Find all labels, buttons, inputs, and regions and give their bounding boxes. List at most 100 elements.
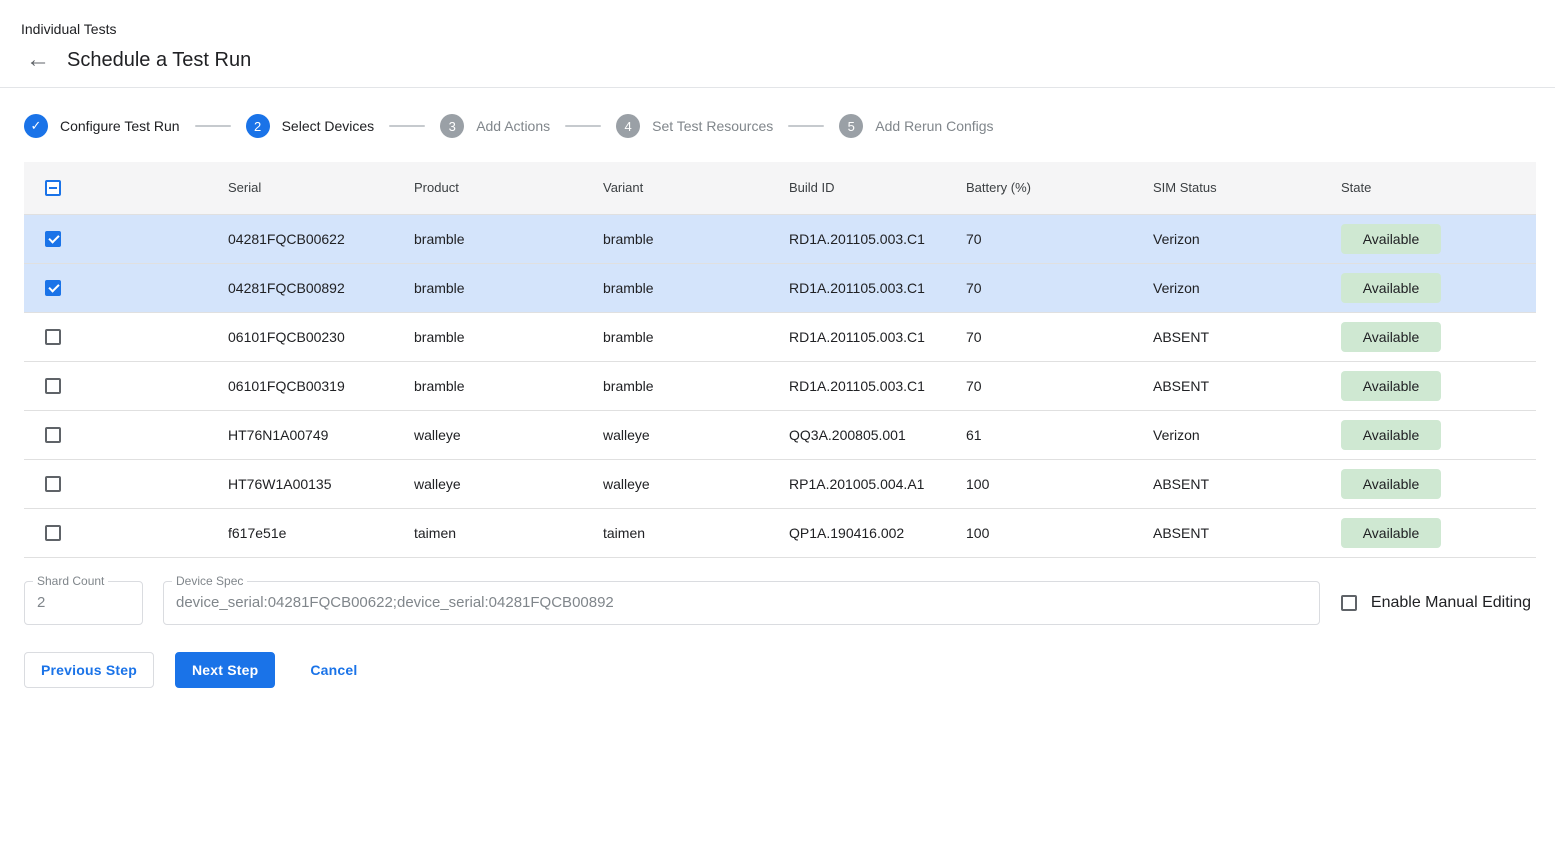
cell-sim-status: ABSENT — [1153, 312, 1341, 361]
cell-sim-status: Verizon — [1153, 410, 1341, 459]
cell-serial: 06101FQCB00319 — [228, 361, 414, 410]
cell-serial: 06101FQCB00230 — [228, 312, 414, 361]
step-configure-test-run[interactable]: 1✓ Configure Test Run — [24, 114, 180, 138]
cell-product: walleye — [414, 410, 603, 459]
cell-sim-status: ABSENT — [1153, 508, 1341, 557]
breadcrumb[interactable]: Individual Tests — [21, 20, 1531, 38]
cell-build-id: RD1A.201105.003.C1 — [789, 214, 966, 263]
row-checkbox[interactable] — [45, 280, 61, 296]
step-2-circle: 2✓ — [246, 114, 270, 138]
cell-build-id: RP1A.201005.004.A1 — [789, 459, 966, 508]
cell-serial: 04281FQCB00892 — [228, 263, 414, 312]
cell-product: bramble — [414, 263, 603, 312]
page-header: Individual Tests ← Schedule a Test Run — [0, 0, 1555, 87]
table-header-row: Serial Product Variant Build ID Battery … — [24, 162, 1536, 214]
cell-battery: 61 — [966, 410, 1153, 459]
state-badge: Available — [1341, 469, 1441, 499]
cell-variant: taimen — [603, 508, 789, 557]
cell-battery: 70 — [966, 312, 1153, 361]
state-badge: Available — [1341, 518, 1441, 548]
cell-variant: bramble — [603, 214, 789, 263]
enable-manual-editing-checkbox[interactable] — [1341, 595, 1357, 611]
shard-count-field[interactable]: Shard Count 2 — [24, 581, 143, 625]
cell-product: walleye — [414, 459, 603, 508]
step-4-label: Set Test Resources — [652, 118, 773, 134]
next-step-button[interactable]: Next Step — [175, 652, 275, 688]
back-button[interactable]: ← — [26, 48, 50, 72]
column-header-product: Product — [414, 162, 603, 214]
cell-build-id: RD1A.201105.003.C1 — [789, 361, 966, 410]
cell-battery: 70 — [966, 214, 1153, 263]
table-row[interactable]: 04281FQCB00892 bramble bramble RD1A.2011… — [24, 263, 1536, 312]
shard-count-label: Shard Count — [33, 575, 108, 588]
row-checkbox[interactable] — [45, 525, 61, 541]
step-select-devices[interactable]: 2✓ Select Devices — [246, 114, 375, 138]
step-1-label: Configure Test Run — [60, 118, 180, 134]
cell-variant: bramble — [603, 361, 789, 410]
table-row[interactable]: f617e51e taimen taimen QP1A.190416.002 1… — [24, 508, 1536, 557]
device-spec-label: Device Spec — [172, 575, 247, 588]
schedule-test-run-page: Individual Tests ← Schedule a Test Run 1… — [0, 0, 1555, 842]
table-row[interactable]: 06101FQCB00230 bramble bramble RD1A.2011… — [24, 312, 1536, 361]
step-4-circle: 4✓ — [616, 114, 640, 138]
step-5-label: Add Rerun Configs — [875, 118, 993, 134]
cell-build-id: QP1A.190416.002 — [789, 508, 966, 557]
column-header-variant: Variant — [603, 162, 789, 214]
state-badge: Available — [1341, 273, 1441, 303]
step-3-circle: 3✓ — [440, 114, 464, 138]
check-icon: ✓ — [31, 118, 42, 134]
step-connector — [788, 125, 824, 127]
row-checkbox[interactable] — [45, 476, 61, 492]
cell-sim-status: ABSENT — [1153, 459, 1341, 508]
step-2-label: Select Devices — [282, 118, 375, 134]
step-3-label: Add Actions — [476, 118, 550, 134]
table-row[interactable]: 06101FQCB00319 bramble bramble RD1A.2011… — [24, 361, 1536, 410]
cell-product: bramble — [414, 214, 603, 263]
cell-build-id: RD1A.201105.003.C1 — [789, 263, 966, 312]
enable-manual-editing-control: Enable Manual Editing — [1341, 594, 1531, 612]
table-row[interactable]: HT76W1A00135 walleye walleye RP1A.201005… — [24, 459, 1536, 508]
state-badge: Available — [1341, 371, 1441, 401]
row-checkbox[interactable] — [45, 231, 61, 247]
cell-battery: 70 — [966, 263, 1153, 312]
cell-variant: walleye — [603, 459, 789, 508]
cell-battery: 100 — [966, 508, 1153, 557]
cell-serial: 04281FQCB00622 — [228, 214, 414, 263]
cell-build-id: QQ3A.200805.001 — [789, 410, 966, 459]
cell-battery: 100 — [966, 459, 1153, 508]
state-badge: Available — [1341, 420, 1441, 450]
row-checkbox[interactable] — [45, 378, 61, 394]
table-row[interactable]: HT76N1A00749 walleye walleye QQ3A.200805… — [24, 410, 1536, 459]
cell-variant: walleye — [603, 410, 789, 459]
previous-step-button[interactable]: Previous Step — [24, 652, 154, 688]
shard-count-value: 2 — [37, 594, 45, 611]
cell-product: bramble — [414, 312, 603, 361]
column-header-build-id: Build ID — [789, 162, 966, 214]
cell-serial: f617e51e — [228, 508, 414, 557]
cell-product: bramble — [414, 361, 603, 410]
cell-build-id: RD1A.201105.003.C1 — [789, 312, 966, 361]
step-5-circle: 5✓ — [839, 114, 863, 138]
step-connector — [389, 125, 425, 127]
wizard-actions: Previous Step Next Step Cancel — [24, 652, 1531, 688]
device-spec-value: device_serial:04281FQCB00622;device_seri… — [176, 594, 614, 611]
cell-variant: bramble — [603, 263, 789, 312]
row-checkbox[interactable] — [45, 427, 61, 443]
device-spec-field[interactable]: Device Spec device_serial:04281FQCB00622… — [163, 581, 1320, 625]
cell-battery: 70 — [966, 361, 1153, 410]
column-header-battery: Battery (%) — [966, 162, 1153, 214]
step-add-rerun-configs[interactable]: 5✓ Add Rerun Configs — [839, 114, 993, 138]
device-spec-form: Shard Count 2 Device Spec device_serial:… — [24, 581, 1531, 625]
select-all-checkbox[interactable] — [45, 180, 61, 196]
step-set-test-resources[interactable]: 4✓ Set Test Resources — [616, 114, 773, 138]
state-badge: Available — [1341, 224, 1441, 254]
table-row[interactable]: 04281FQCB00622 bramble bramble RD1A.2011… — [24, 214, 1536, 263]
page-title: Schedule a Test Run — [67, 47, 251, 73]
cell-product: taimen — [414, 508, 603, 557]
cell-serial: HT76N1A00749 — [228, 410, 414, 459]
step-add-actions[interactable]: 3✓ Add Actions — [440, 114, 550, 138]
cell-serial: HT76W1A00135 — [228, 459, 414, 508]
cancel-button[interactable]: Cancel — [296, 652, 371, 688]
column-header-state: State — [1341, 162, 1536, 214]
row-checkbox[interactable] — [45, 329, 61, 345]
